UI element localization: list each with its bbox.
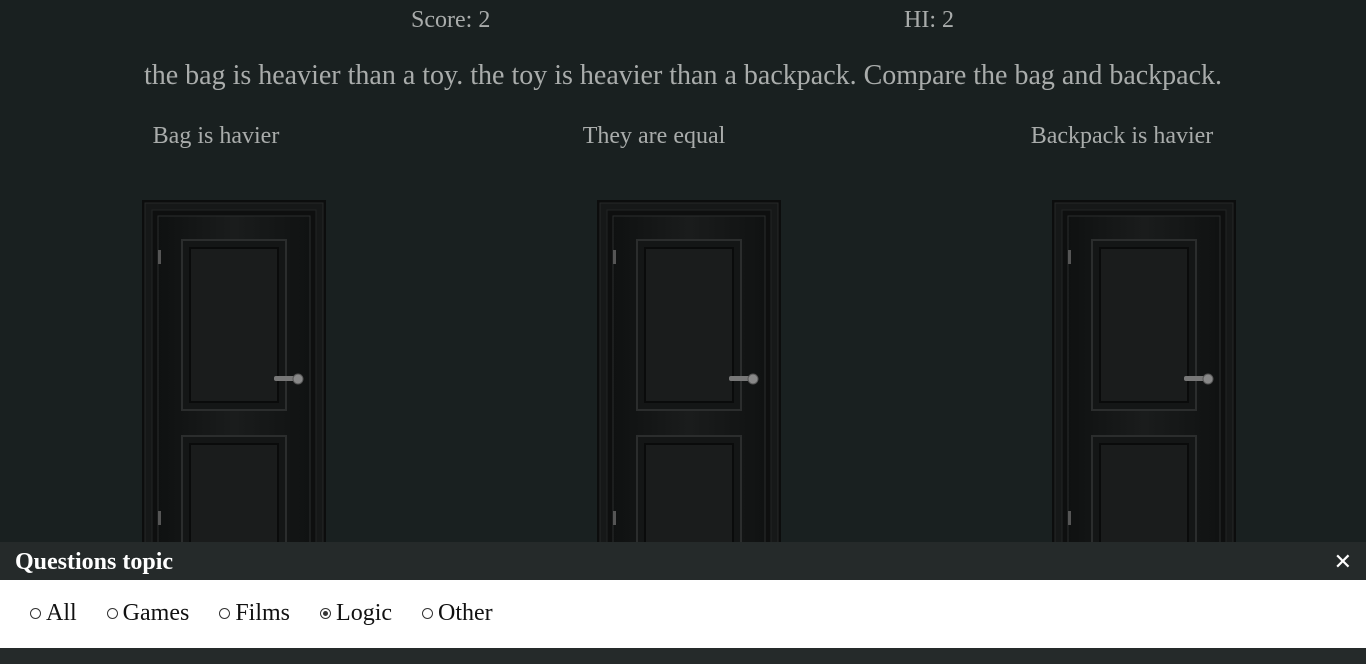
radio-label: Games	[122, 600, 190, 626]
topic-options: All Games Films Logic Other	[0, 580, 1366, 648]
option-label-1: Bag is havier	[152, 123, 280, 149]
topic-radio-logic[interactable]: Logic	[320, 600, 392, 627]
game-stage: Score: 2 HI: 2 the bag is heavier than a…	[0, 0, 1366, 664]
radio-button[interactable]	[30, 608, 41, 619]
topic-radio-group: All Games Films Logic Other	[30, 600, 523, 627]
radio-label: Films	[235, 600, 291, 626]
radio-button[interactable]	[320, 608, 332, 619]
topic-radio-films[interactable]: Films	[219, 600, 290, 627]
topic-panel: Questions topic ✕ All Games Films Logic Othe…	[0, 542, 1366, 664]
topic-radio-games[interactable]: Games	[106, 600, 190, 627]
topic-panel-title: Questions topic	[15, 549, 174, 575]
option-label-3: Backpack is havier	[1030, 123, 1214, 149]
radio-label: Other	[438, 600, 493, 626]
topic-radio-all[interactable]: All	[30, 600, 77, 627]
radio-button[interactable]	[106, 608, 118, 619]
door-option-2[interactable]	[597, 200, 781, 545]
topic-radio-other[interactable]: Other	[422, 600, 493, 627]
radio-label: Logic	[336, 600, 393, 626]
question-text: the bag is heavier than a toy. the toy i…	[143, 60, 1223, 91]
panel-footer	[0, 648, 1366, 664]
door-option-3[interactable]	[1052, 200, 1236, 545]
radio-button[interactable]	[422, 608, 434, 619]
door-icon	[597, 200, 781, 545]
door-icon	[142, 200, 326, 545]
radio-label: All	[46, 600, 77, 626]
topic-panel-header: Questions topic ✕	[0, 542, 1366, 580]
door-option-1[interactable]	[142, 200, 326, 545]
option-label-2: They are equal	[582, 123, 726, 149]
close-icon[interactable]: ✕	[1334, 550, 1352, 576]
radio-button[interactable]	[219, 608, 231, 619]
high-score-display: HI: 2	[904, 7, 954, 33]
score-display: Score: 2	[411, 7, 491, 33]
door-icon	[1052, 200, 1236, 545]
